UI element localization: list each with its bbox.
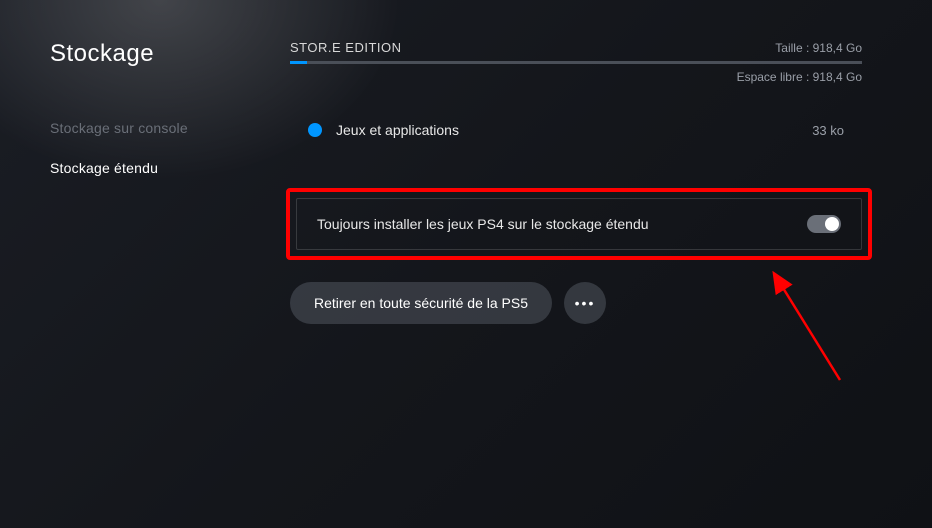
- category-label: Jeux et applications: [336, 122, 812, 138]
- storage-usage-fill: [290, 61, 307, 64]
- storage-header: STOR.E EDITION Taille : 918,4 Go: [290, 40, 862, 55]
- category-color-dot: [308, 123, 322, 137]
- toggle-label: Toujours installer les jeux PS4 sur le s…: [317, 216, 649, 232]
- toggle-always-install-ps4[interactable]: Toujours installer les jeux PS4 sur le s…: [296, 198, 862, 250]
- toggle-switch[interactable]: [807, 215, 841, 233]
- more-icon: •••: [575, 295, 596, 311]
- storage-usage-bar: [290, 61, 862, 64]
- more-options-button[interactable]: •••: [564, 282, 606, 324]
- storage-free-space: Espace libre : 918,4 Go: [290, 70, 862, 84]
- storage-device-name: STOR.E EDITION: [290, 40, 402, 55]
- action-button-row: Retirer en toute sécurité de la PS5 •••: [290, 282, 862, 324]
- main-content: STOR.E EDITION Taille : 918,4 Go Espace …: [290, 40, 932, 528]
- page-title: Stockage: [50, 40, 290, 68]
- sidebar-item-console-storage[interactable]: Stockage sur console: [50, 108, 290, 148]
- annotation-highlight-box: Toujours installer les jeux PS4 sur le s…: [286, 188, 872, 260]
- sidebar-item-extended-storage[interactable]: Stockage étendu: [50, 148, 290, 188]
- category-row-games-apps[interactable]: Jeux et applications 33 ko: [290, 112, 862, 148]
- remove-safely-button[interactable]: Retirer en toute sécurité de la PS5: [290, 282, 552, 324]
- sidebar: Stockage sur console Stockage étendu: [50, 108, 290, 188]
- category-value: 33 ko: [812, 123, 844, 138]
- storage-total-size: Taille : 918,4 Go: [775, 41, 862, 55]
- toggle-knob: [825, 217, 839, 231]
